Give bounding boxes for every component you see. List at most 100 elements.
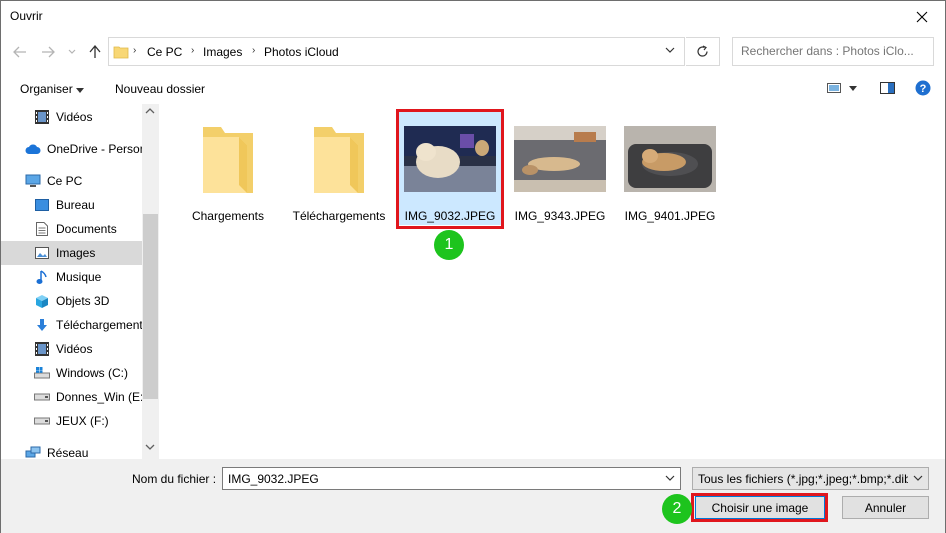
- photo-item[interactable]: IMG_9401.JPEG: [616, 109, 724, 224]
- breadcrumb-separator: ›: [133, 45, 137, 56]
- caret-down-icon: [76, 88, 85, 93]
- video-icon: [34, 109, 50, 125]
- refresh-button[interactable]: [686, 37, 720, 66]
- organize-label: Organiser: [20, 82, 73, 96]
- photo-thumbnail: [624, 126, 716, 192]
- organize-button[interactable]: Organiser: [20, 82, 85, 96]
- sidebar-item-network[interactable]: Réseau: [1, 441, 142, 459]
- caret-down-icon: [849, 85, 857, 91]
- step-badge-1: 1: [434, 230, 464, 260]
- sidebar-item-documents[interactable]: Documents: [1, 217, 142, 241]
- sidebar-scrollbar[interactable]: [142, 104, 159, 459]
- address-bar[interactable]: › Ce PC › Images › Photos iCloud: [108, 37, 685, 66]
- recent-locations-button[interactable]: [63, 43, 81, 61]
- computer-icon: [25, 173, 41, 189]
- sidebar-item-drive-c[interactable]: Windows (C:): [1, 361, 142, 385]
- back-button[interactable]: [11, 43, 29, 61]
- filename-combobox[interactable]: [222, 467, 681, 490]
- search-box[interactable]: [732, 37, 934, 66]
- sidebar-item-drive-e[interactable]: Donnes_Win (E:): [1, 385, 142, 409]
- desktop-icon: [34, 197, 50, 213]
- photo-thumbnail-wrap: [506, 109, 614, 209]
- search-input[interactable]: [741, 44, 921, 58]
- sidebar-item-label: JEUX (F:): [56, 414, 109, 428]
- highlight-box-selected-file: [396, 109, 504, 229]
- file-name: IMG_9343.JPEG: [514, 209, 606, 223]
- folder-thumbnail: [285, 109, 393, 209]
- filetype-select[interactable]: Tous les fichiers (*.jpg;*.jpeg;*.bmp;*.…: [692, 467, 929, 490]
- folder-item[interactable]: Chargements: [174, 109, 282, 224]
- sidebar-item-label: Documents: [56, 222, 117, 236]
- breadcrumb-separator: ›: [252, 45, 256, 56]
- sidebar-item-3d-objects[interactable]: Objets 3D: [1, 289, 142, 313]
- sidebar-item-label: Images: [56, 246, 96, 260]
- refresh-icon: [697, 45, 708, 57]
- download-icon: [34, 317, 50, 333]
- chevron-down-icon: [913, 475, 923, 481]
- sidebar-item-label: Windows (C:): [56, 366, 129, 380]
- breadcrumb-photos-icloud[interactable]: Photos iCloud: [264, 45, 339, 59]
- folder-icon: [113, 46, 129, 59]
- sidebar-item-images[interactable]: Images: [1, 241, 142, 265]
- folder-icon: [314, 127, 364, 193]
- sidebar-item-label: Bureau: [56, 198, 95, 212]
- filename-input[interactable]: [228, 472, 648, 486]
- scrollbar-thumb[interactable]: [143, 214, 158, 399]
- sidebar-item-this-pc[interactable]: Ce PC: [1, 169, 142, 193]
- sidebar-item-label: OneDrive - Person: [47, 142, 142, 156]
- sidebar-item-downloads[interactable]: Téléchargements: [1, 313, 142, 337]
- breadcrumb-images[interactable]: Images: [203, 45, 242, 59]
- sidebar-item-desktop[interactable]: Bureau: [1, 193, 142, 217]
- music-icon: [34, 269, 50, 285]
- up-button[interactable]: [86, 43, 104, 61]
- sidebar-item-videos[interactable]: Vidéos: [1, 105, 142, 129]
- file-name: Chargements: [191, 209, 265, 223]
- forward-button[interactable]: [39, 43, 57, 61]
- breadcrumb-ce-pc[interactable]: Ce PC: [147, 45, 182, 59]
- close-icon: [916, 11, 928, 22]
- chevron-down-icon[interactable]: [665, 47, 675, 54]
- breadcrumb-separator: ›: [191, 45, 195, 56]
- arrow-up-icon: [89, 45, 101, 58]
- sidebar-item-label: Objets 3D: [56, 294, 110, 308]
- drive-icon: [34, 389, 50, 405]
- sidebar-item-label: Téléchargements: [56, 318, 142, 332]
- highlight-box-choose-button: [691, 493, 828, 522]
- file-name: Téléchargements: [292, 209, 386, 223]
- close-button[interactable]: [899, 1, 945, 32]
- drive-icon: [34, 413, 50, 429]
- file-name: IMG_9401.JPEG: [624, 209, 716, 223]
- photo-item[interactable]: IMG_9343.JPEG: [506, 109, 614, 224]
- sidebar-item-music[interactable]: Musique: [1, 265, 142, 289]
- new-folder-button[interactable]: Nouveau dossier: [115, 82, 205, 96]
- open-file-dialog: Ouvrir › Ce PC › Images › Photos iCloud: [0, 0, 946, 533]
- preview-pane-button[interactable]: [878, 79, 896, 97]
- arrow-right-icon: [42, 46, 55, 58]
- video-icon: [34, 341, 50, 357]
- chevron-down-icon[interactable]: [145, 444, 155, 451]
- navigation-pane: Vidéos OneDrive - Person Ce PC Bureau Do…: [1, 104, 159, 459]
- chevron-up-icon[interactable]: [145, 107, 155, 114]
- sidebar-item-label: Vidéos: [56, 110, 93, 124]
- arrow-left-icon: [13, 46, 26, 58]
- images-icon: [34, 245, 50, 261]
- folder-icon: [203, 127, 253, 193]
- sidebar-item-videos-2[interactable]: Vidéos: [1, 337, 142, 361]
- folder-item[interactable]: Téléchargements: [285, 109, 393, 224]
- help-button[interactable]: ?: [914, 79, 932, 97]
- cancel-button[interactable]: Annuler: [842, 496, 929, 519]
- chevron-down-icon[interactable]: [665, 475, 675, 482]
- navigation-bar: › Ce PC › Images › Photos iCloud: [1, 35, 945, 69]
- step-badge-2: 2: [662, 494, 692, 524]
- view-options-button[interactable]: [824, 79, 860, 97]
- sidebar-item-label: Donnes_Win (E:): [56, 390, 142, 404]
- filename-label: Nom du fichier :: [132, 472, 217, 486]
- title-bar: Ouvrir: [1, 1, 945, 32]
- cloud-icon: [25, 141, 41, 157]
- sidebar-item-label: Vidéos: [56, 342, 93, 356]
- cube-icon: [34, 293, 50, 309]
- network-icon: [25, 445, 41, 459]
- sidebar-item-label: Ce PC: [47, 174, 83, 188]
- sidebar-item-drive-f[interactable]: JEUX (F:): [1, 409, 142, 433]
- sidebar-item-onedrive[interactable]: OneDrive - Person: [1, 137, 142, 161]
